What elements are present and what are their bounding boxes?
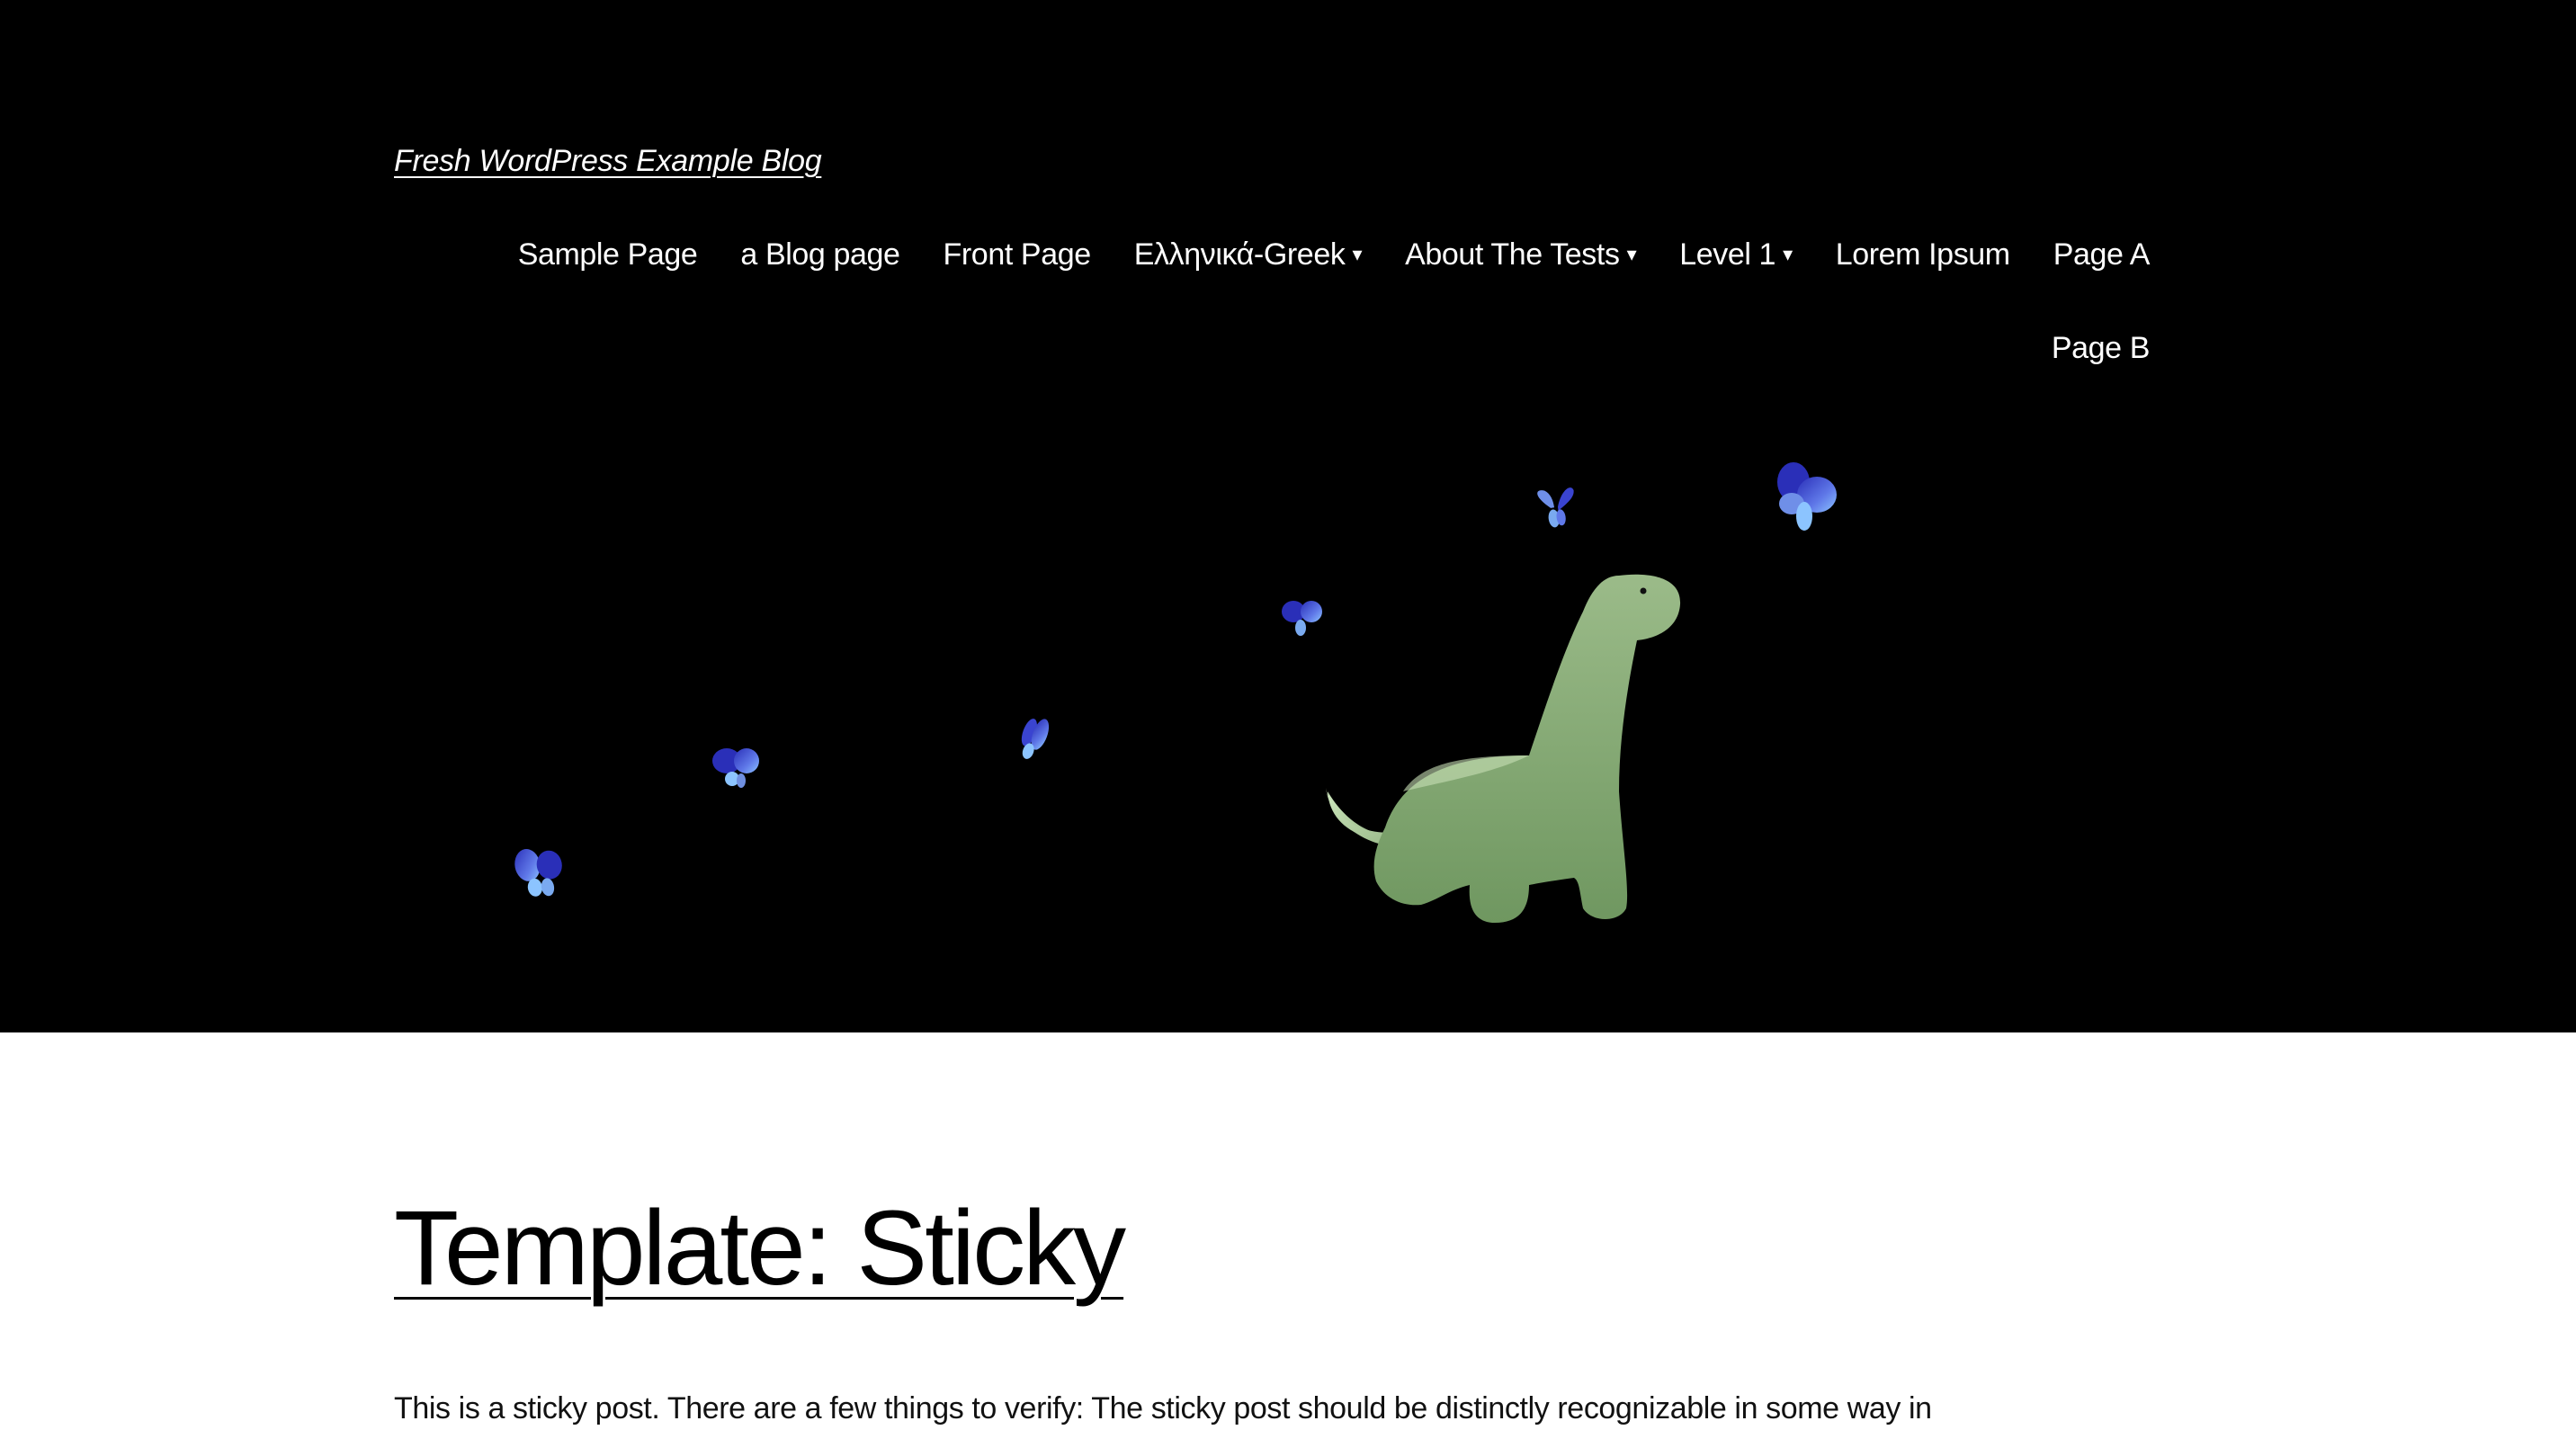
site-header: Fresh WordPress Example Blog Sample Page… (0, 0, 2576, 1032)
nav-item-label: Page A (2053, 237, 2151, 272)
nav-item-about-the-tests[interactable]: About The Tests ▾ (1405, 236, 1637, 273)
nav-item-sample-page[interactable]: Sample Page (518, 236, 698, 273)
nav-item-greek[interactable]: Ελληνικά-Greek ▾ (1133, 236, 1363, 273)
chevron-down-icon[interactable]: ▾ (1627, 245, 1637, 264)
site-title-link[interactable]: Fresh WordPress Example Blog (394, 144, 822, 179)
post-excerpt: This is a sticky post. There are a few t… (394, 1391, 1932, 1426)
butterfly-icon (712, 748, 759, 788)
nav-item-page-b[interactable]: Page B (2051, 329, 2151, 367)
butterfly-icon (514, 848, 562, 897)
nav-item-label: Sample Page (517, 237, 698, 272)
chevron-down-icon[interactable]: ▾ (1783, 245, 1793, 264)
post-title-link[interactable]: Template: Sticky (394, 1190, 1126, 1308)
nav-item-label: Page B (2051, 331, 2151, 365)
butterfly-icon (1282, 601, 1322, 636)
nav-item-label: Lorem Ipsum (1835, 237, 2010, 272)
chevron-down-icon[interactable]: ▾ (1352, 245, 1362, 264)
nav-item-lorem-ipsum[interactable]: Lorem Ipsum (1836, 236, 2010, 273)
nav-item-label: About The Tests (1405, 237, 1620, 272)
nav-item-front-page[interactable]: Front Page (943, 236, 1092, 273)
butterfly-icon (1021, 719, 1050, 759)
nav-item-label: Ελληνικά-Greek (1133, 237, 1346, 272)
nav-item-a-blog-page[interactable]: a Blog page (740, 236, 899, 273)
hero-illustration (514, 462, 1837, 923)
nav-item-label: Level 1 (1679, 237, 1776, 272)
butterfly-icon (1537, 487, 1574, 528)
nav-item-label: Front Page (943, 237, 1092, 272)
nav-item-label: a Blog page (740, 237, 900, 272)
dinosaur-illustration (1326, 574, 1681, 923)
primary-navigation: Sample Page a Blog page Front Page Ελλην… (430, 236, 2151, 367)
nav-item-level-1[interactable]: Level 1 ▾ (1679, 236, 1793, 273)
butterfly-icon (1777, 462, 1837, 531)
nav-item-page-a[interactable]: Page A (2053, 236, 2151, 273)
